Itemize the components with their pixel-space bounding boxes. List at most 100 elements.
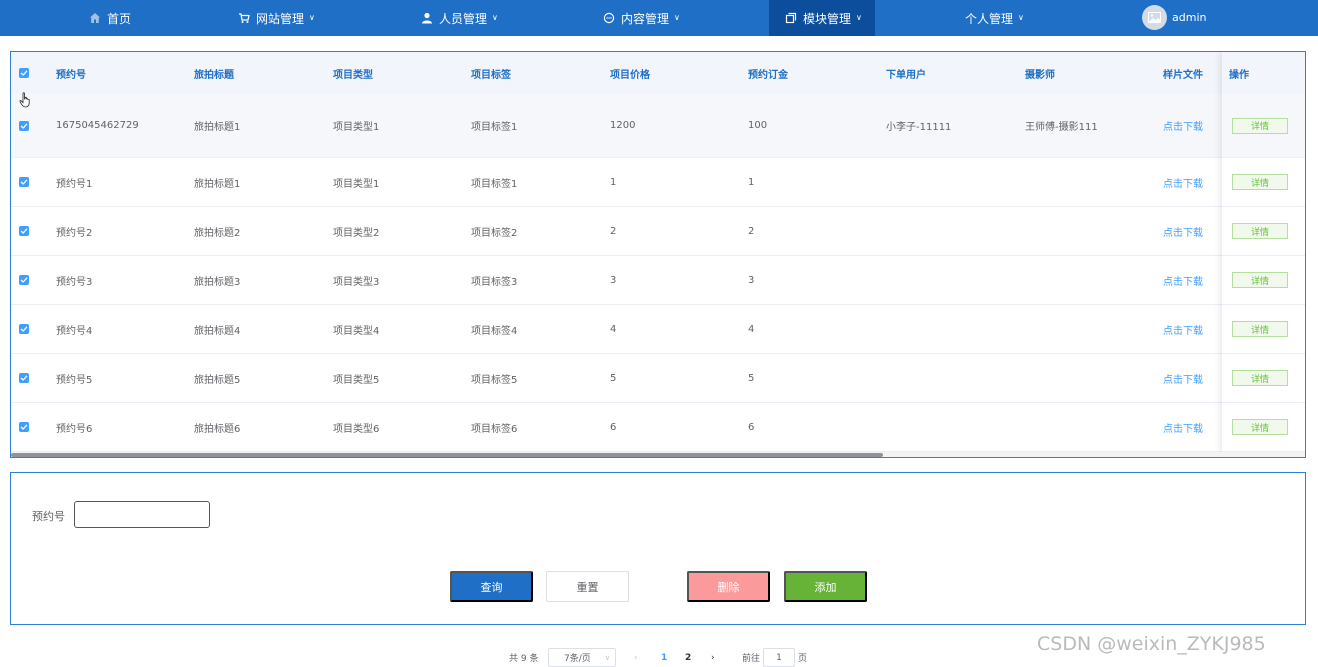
table-cell: 6 (748, 421, 755, 433)
table-cell: 预约号3 (56, 276, 93, 288)
table-cell: 项目标签5 (471, 374, 518, 386)
download-link[interactable]: 点击下载 (1163, 305, 1203, 353)
download-link[interactable]: 点击下载 (1163, 158, 1203, 206)
nav-personal-management[interactable]: 个人管理 ∨ (965, 0, 1024, 36)
table-cell: 5 (610, 372, 617, 384)
table-cell: 项目标签1 (471, 122, 518, 133)
table-cell: 项目类型4 (333, 325, 380, 337)
nav-home[interactable]: 首页 (89, 0, 131, 36)
column-header[interactable]: 旅拍标题 (194, 52, 234, 94)
query-button[interactable]: 查询 (450, 571, 533, 602)
page-jump-input[interactable]: 1 (763, 648, 795, 667)
chat-icon (603, 12, 615, 24)
next-page-icon[interactable]: › (711, 648, 715, 667)
row-checkbox[interactable] (19, 207, 29, 255)
cursor-hand-icon (19, 92, 30, 108)
table-cell: 3 (610, 274, 617, 286)
table-row: 预约号2 旅拍标题2 项目类型2 项目标签2 2 2 点击下载 详情 (11, 207, 1305, 256)
fixed-action-column (1222, 52, 1305, 452)
download-link[interactable]: 点击下载 (1163, 403, 1203, 451)
table-cell: 项目类型1 (333, 122, 380, 133)
table-cell: 6 (610, 421, 617, 433)
row-checkbox[interactable] (19, 256, 29, 304)
table-cell: 1 (610, 176, 617, 188)
table-cell: 预约号2 (56, 227, 93, 239)
row-checkbox[interactable] (19, 354, 29, 402)
column-header[interactable]: 下单用户 (886, 52, 926, 94)
column-header[interactable]: 预约订金 (748, 52, 788, 94)
table-cell: 1200 (610, 120, 636, 131)
select-all-checkbox[interactable] (19, 52, 29, 94)
watermark: CSDN @weixin_ZYKJ985 (1037, 633, 1266, 655)
nav-content-management[interactable]: 内容管理 ∨ (603, 0, 680, 36)
table-cell: 王师傅-摄影111 (1025, 122, 1098, 133)
avatar[interactable] (1142, 5, 1167, 30)
total-count: 共 9 条 (509, 654, 539, 664)
table-cell: 4 (748, 323, 755, 335)
booking-number-input[interactable] (74, 501, 210, 528)
table-row: 预约号5 旅拍标题5 项目类型5 项目标签5 5 5 点击下载 详情 (11, 354, 1305, 403)
nav-module-management[interactable]: 模块管理 ∨ (769, 0, 875, 36)
add-button[interactable]: 添加 (784, 571, 867, 602)
table-cell: 旅拍标题2 (194, 227, 241, 239)
table-header: 预约号 旅拍标题 项目类型 项目标签 项目价格 预约订金 下单用户 摄影师 样片… (11, 52, 1305, 94)
nav-website-management[interactable]: 网站管理 ∨ (238, 0, 315, 36)
prev-page-icon[interactable]: ‹ (634, 648, 638, 667)
scrollbar-thumb[interactable] (11, 453, 883, 457)
top-navbar: 首页 网站管理 ∨ 人员管理 ∨ 内容管理 ∨ 模块管理 ∨ 个人管理 ∨ ad… (0, 0, 1318, 36)
page-number[interactable]: 1 (661, 648, 667, 667)
table-cell: 项目标签3 (471, 276, 518, 288)
chevron-down-icon: ∨ (674, 13, 680, 22)
page-number[interactable]: 2 (685, 648, 691, 667)
nav-content-label: 内容管理 (621, 11, 670, 26)
copy-icon (785, 12, 797, 24)
download-link[interactable]: 点击下载 (1163, 207, 1203, 255)
table-row: 预约号6 旅拍标题6 项目类型6 项目标签6 6 6 点击下载 详情 (11, 403, 1305, 452)
home-icon (90, 13, 100, 23)
chevron-down-icon: ∨ (856, 13, 862, 22)
row-checkbox[interactable] (19, 305, 29, 353)
download-link[interactable]: 点击下载 (1163, 354, 1203, 402)
search-label: 预约号 (32, 510, 65, 523)
table-cell: 旅拍标题1 (194, 122, 241, 133)
table-cell: 预约号6 (56, 423, 93, 435)
download-link[interactable]: 点击下载 (1163, 256, 1203, 304)
column-header[interactable]: 项目类型 (333, 52, 373, 94)
table-cell: 项目类型1 (333, 178, 380, 190)
column-header[interactable]: 预约号 (56, 52, 86, 94)
user-name[interactable]: admin (1172, 0, 1206, 36)
chevron-down-icon: ∨ (604, 653, 610, 662)
chevron-down-icon: ∨ (492, 13, 498, 22)
table-cell: 4 (610, 323, 617, 335)
data-table: 预约号 旅拍标题 项目类型 项目标签 项目价格 预约订金 下单用户 摄影师 样片… (10, 51, 1306, 458)
reset-button[interactable]: 重置 (546, 571, 629, 602)
user-icon (422, 12, 432, 24)
nav-staff-label: 人员管理 (439, 11, 488, 26)
table-cell: 预约号5 (56, 374, 93, 386)
column-header[interactable]: 项目价格 (610, 52, 650, 94)
table-cell: 旅拍标题1 (194, 178, 241, 190)
nav-staff-management[interactable]: 人员管理 ∨ (421, 0, 498, 36)
table-row: 预约号3 旅拍标题3 项目类型3 项目标签3 3 3 点击下载 详情 (11, 256, 1305, 305)
table-cell: 5 (748, 372, 755, 384)
page-size-select[interactable]: 7条/页 ∨ (548, 648, 616, 667)
nav-personal-label: 个人管理 (965, 11, 1014, 26)
table-row: 1675045462729 旅拍标题1 项目类型1 项目标签1 1200 100 小李子-1… (11, 94, 1305, 158)
row-checkbox[interactable] (19, 158, 29, 206)
chevron-down-icon: ∨ (1018, 13, 1024, 22)
table-row: 预约号1 旅拍标题1 项目类型1 项目标签1 1 1 点击下载 详情 (11, 158, 1305, 207)
column-header[interactable]: 样片文件 (1163, 52, 1203, 94)
table-cell: 项目标签6 (471, 423, 518, 435)
table-row: 预约号4 旅拍标题4 项目类型4 项目标签4 4 4 点击下载 详情 (11, 305, 1305, 354)
column-header[interactable]: 摄影师 (1025, 52, 1055, 94)
horizontal-scrollbar[interactable] (11, 452, 1305, 457)
column-header[interactable]: 项目标签 (471, 52, 511, 94)
download-link[interactable]: 点击下载 (1163, 94, 1203, 157)
table-cell: 预约号4 (56, 325, 93, 337)
image-icon (1148, 12, 1161, 23)
table-cell: 旅拍标题4 (194, 325, 241, 337)
table-cell: 100 (748, 120, 768, 131)
row-checkbox[interactable] (19, 403, 29, 451)
table-cell: 3 (748, 274, 755, 286)
delete-button[interactable]: 删除 (687, 571, 770, 602)
